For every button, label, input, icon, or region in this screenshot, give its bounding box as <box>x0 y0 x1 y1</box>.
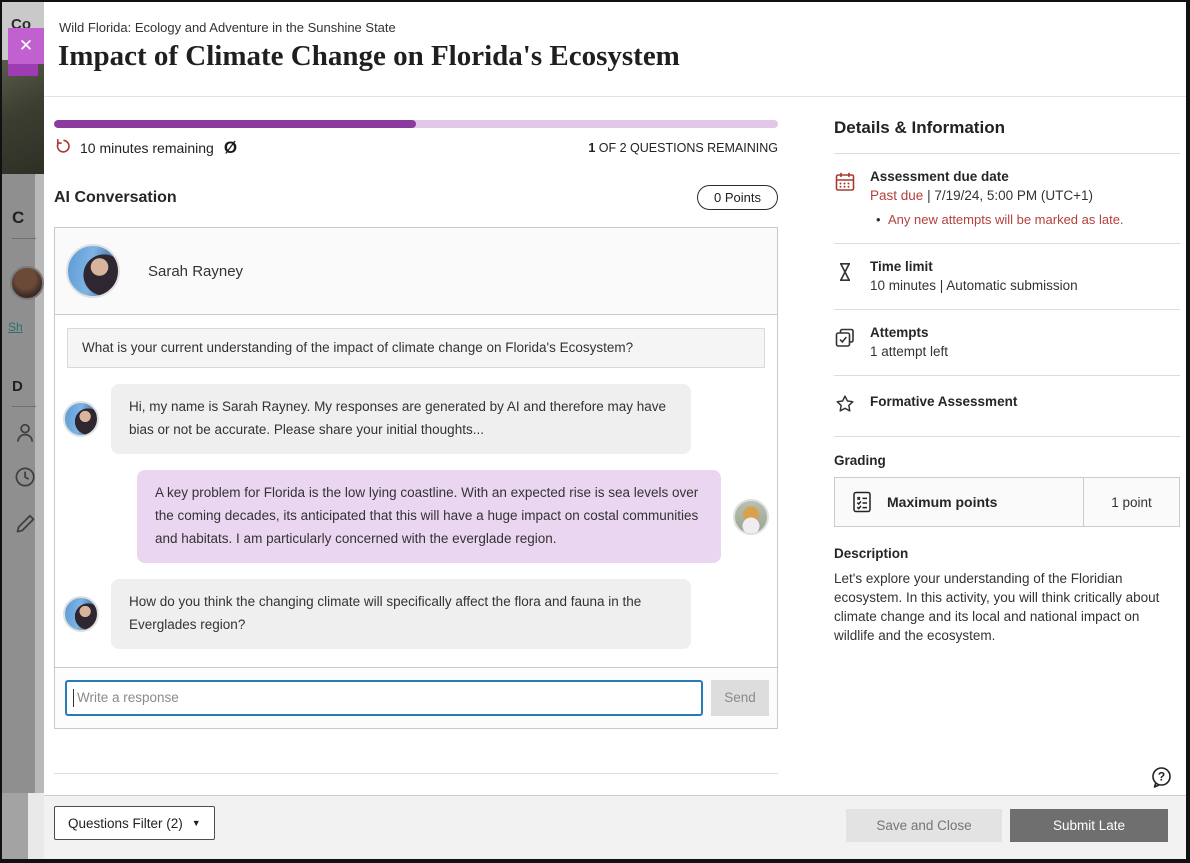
assessment-content: 10 minutes remaining Ø 1 OF 2 QUESTIONS … <box>54 120 778 825</box>
agent-avatar-small <box>63 596 99 632</box>
progress-bar <box>54 120 778 128</box>
chat-header: Sarah Rayney <box>55 228 777 315</box>
clock-icon <box>11 464 37 490</box>
questions-filter-button[interactable]: Questions Filter (2) ▼ <box>54 806 215 840</box>
user-message-bubble: A key problem for Florida is the low lyi… <box>137 470 721 563</box>
chat-message-user: A key problem for Florida is the low lyi… <box>63 470 769 563</box>
background-section-label: C <box>12 208 24 228</box>
assessment-panel: Wild Florida: Ecology and Adventure in t… <box>44 2 1186 859</box>
close-icon: ✕ <box>19 36 33 56</box>
dimmed-background-page: Co C Sh D <box>2 2 44 859</box>
attempts-icon <box>834 325 860 359</box>
user-avatar <box>733 499 769 535</box>
timer-icon <box>54 137 72 158</box>
due-status: Past due <box>870 188 923 203</box>
questions-remaining-text: OF 2 QUESTIONS REMAINING <box>595 141 778 155</box>
conversation-question: What is your current understanding of th… <box>67 328 765 368</box>
details-sidebar: Details & Information Assessment due dat… <box>834 118 1180 646</box>
background-content: C Sh D <box>2 174 44 793</box>
chat-body: What is your current understanding of th… <box>55 315 777 667</box>
grading-left: Maximum points <box>835 478 1083 526</box>
calendar-icon <box>834 169 860 227</box>
help-button[interactable]: ? <box>1147 764 1175 792</box>
star-icon <box>834 391 860 420</box>
due-date-item: Assessment due date Past due | 7/19/24, … <box>834 154 1180 244</box>
ai-conversation-header: AI Conversation 0 Points <box>54 185 778 210</box>
agent-name: Sarah Rayney <box>148 263 243 280</box>
assessment-overlay: Co C Sh D ✕ Wild Florida: Ec <box>2 2 1186 859</box>
time-remaining-label: 10 minutes remaining <box>80 140 214 156</box>
close-button-shadow <box>8 64 38 76</box>
ai-conversation-card: Sarah Rayney What is your current unders… <box>54 227 778 729</box>
send-button[interactable]: Send <box>711 680 769 716</box>
response-input-wrap <box>65 680 703 716</box>
chat-message-ai: Hi, my name is Sarah Rayney. My response… <box>63 384 769 454</box>
points-badge: 0 Points <box>697 185 778 210</box>
divider <box>12 238 36 239</box>
hourglass-icon <box>834 259 860 293</box>
attempts-label: Attempts <box>870 325 948 340</box>
background-footer <box>2 793 44 859</box>
time-limit-label: Time limit <box>870 259 1078 274</box>
due-date-value: Past due | 7/19/24, 5:00 PM (UTC+1) <box>870 188 1124 203</box>
background-link: Sh <box>8 320 23 334</box>
save-and-close-button[interactable]: Save and Close <box>846 809 1002 842</box>
due-date-label: Assessment due date <box>870 169 1124 184</box>
due-datetime: 7/19/24, 5:00 PM (UTC+1) <box>934 188 1093 203</box>
divider <box>12 406 36 407</box>
footer-actions: Save and Close Submit Late <box>846 809 1168 842</box>
hide-timer-icon[interactable]: Ø <box>224 139 237 156</box>
late-warning: Any new attempts will be marked as late. <box>870 212 1124 227</box>
questions-remaining-label: 1 OF 2 QUESTIONS REMAINING <box>588 141 778 155</box>
svg-text:?: ? <box>1158 770 1165 784</box>
attempts-item: Attempts 1 attempt left <box>834 310 1180 376</box>
text-caret <box>73 689 74 707</box>
response-input[interactable] <box>65 680 703 716</box>
description-text: Let's explore your understanding of the … <box>834 569 1180 646</box>
divider <box>54 773 778 774</box>
chat-message-ai: How do you think the changing climate wi… <box>63 579 769 649</box>
background-course-image <box>2 60 44 174</box>
help-icon: ? <box>1147 764 1175 792</box>
maximum-points-label: Maximum points <box>887 494 997 510</box>
person-icon <box>11 420 37 446</box>
background-avatar <box>10 266 44 300</box>
submit-late-button[interactable]: Submit Late <box>1010 809 1168 842</box>
chat-input-row: Send <box>55 667 777 728</box>
time-limit-item: Time limit 10 minutes | Automatic submis… <box>834 244 1180 310</box>
ai-conversation-heading: AI Conversation <box>54 189 177 207</box>
pencil-icon <box>11 510 37 536</box>
ai-message-bubble: How do you think the changing climate wi… <box>111 579 691 649</box>
chevron-down-icon: ▼ <box>192 818 201 828</box>
due-divider: | <box>927 188 931 203</box>
attempts-value: 1 attempt left <box>870 344 948 359</box>
details-heading: Details & Information <box>834 118 1180 154</box>
background-details-label: D <box>12 378 23 395</box>
page-title: Impact of Climate Change on Florida's Ec… <box>58 40 680 73</box>
timer-row: 10 minutes remaining Ø 1 OF 2 QUESTIONS … <box>54 137 778 158</box>
breadcrumb: Wild Florida: Ecology and Adventure in t… <box>59 20 396 35</box>
grading-box: Maximum points 1 point <box>834 477 1180 527</box>
footer-bar: Questions Filter (2) ▼ Save and Close Su… <box>44 795 1186 859</box>
questions-filter-label: Questions Filter (2) <box>68 816 183 831</box>
progress-bar-fill <box>54 120 416 128</box>
maximum-points-value: 1 point <box>1083 478 1179 526</box>
panel-header: Wild Florida: Ecology and Adventure in t… <box>44 2 1186 97</box>
description-heading: Description <box>834 546 1180 561</box>
checklist-icon <box>849 489 875 515</box>
agent-avatar-small <box>63 401 99 437</box>
agent-avatar <box>66 244 120 298</box>
formative-item: Formative Assessment <box>834 376 1180 437</box>
formative-label: Formative Assessment <box>870 391 1017 409</box>
close-button[interactable]: ✕ <box>8 28 44 64</box>
ai-message-bubble: Hi, my name is Sarah Rayney. My response… <box>111 384 691 454</box>
grading-heading: Grading <box>834 453 1180 468</box>
time-limit-value: 10 minutes | Automatic submission <box>870 278 1078 293</box>
